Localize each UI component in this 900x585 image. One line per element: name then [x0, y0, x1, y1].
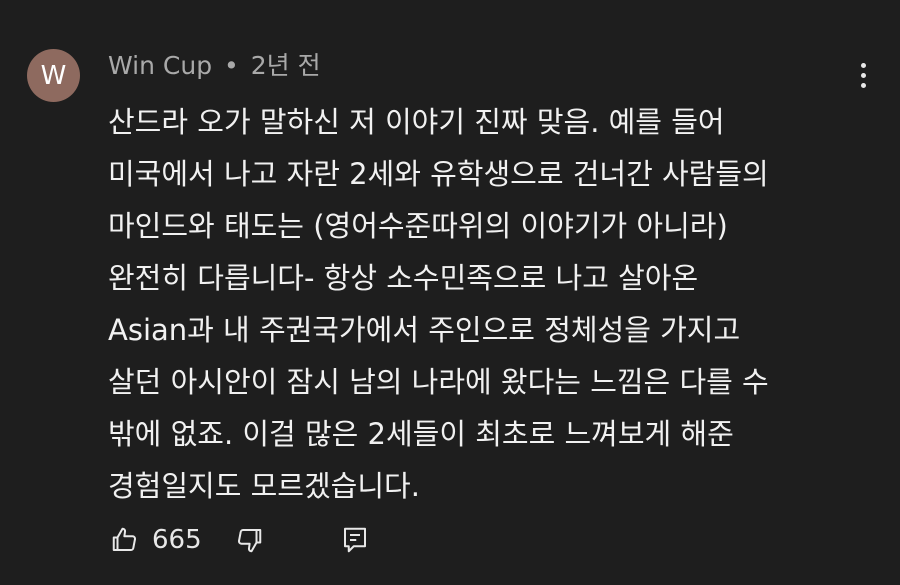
comment-actions: 665	[108, 520, 372, 560]
comment-header: Win Cup • 2년 전	[108, 50, 321, 82]
comment-text-line: 경험일지도 모르겠습니다.	[108, 469, 420, 503]
comment-text-line: 미국에서 나고 자란 2세와 유학생으로 건너간 사람들의	[108, 157, 769, 191]
more-vertical-icon[interactable]	[846, 57, 880, 93]
comment-text-line: Asian과 내 주권국가에서 주인으로 정체성을 가지고	[108, 313, 741, 347]
comment-text-line: 밖에 없죠. 이걸 많은 2세들이 최초로 느껴보게 해준	[108, 417, 734, 451]
thumbs-up-icon[interactable]	[108, 522, 142, 558]
thumbs-down-icon[interactable]	[232, 522, 266, 558]
comment-text-line: 살던 아시안이 잠시 남의 나라에 왔다는 느낌은 다를 수	[108, 365, 769, 399]
more-dot	[860, 62, 866, 68]
like-count: 665	[152, 525, 202, 555]
more-dot	[860, 82, 866, 88]
reply-comment-icon[interactable]	[338, 522, 372, 558]
comment-text: 산드라 오가 말하신 저 이야기 진짜 맞음. 예를 들어 미국에서 나고 자란…	[108, 96, 878, 512]
comment-text-line: 산드라 오가 말하신 저 이야기 진짜 맞음. 예를 들어	[108, 105, 725, 139]
avatar[interactable]: W	[27, 49, 80, 102]
comment-timestamp[interactable]: 2년 전	[251, 51, 321, 80]
comment-text-line: 마인드와 태도는 (영어수준따위의 이야기가 아니라)	[108, 209, 728, 243]
comment-text-line: 완전히 다릅니다- 항상 소수민족으로 나고 살아온	[108, 261, 699, 295]
author-name[interactable]: Win Cup	[108, 51, 212, 80]
header-separator: •	[224, 51, 239, 80]
more-dot	[860, 72, 866, 78]
avatar-letter: W	[40, 60, 67, 91]
